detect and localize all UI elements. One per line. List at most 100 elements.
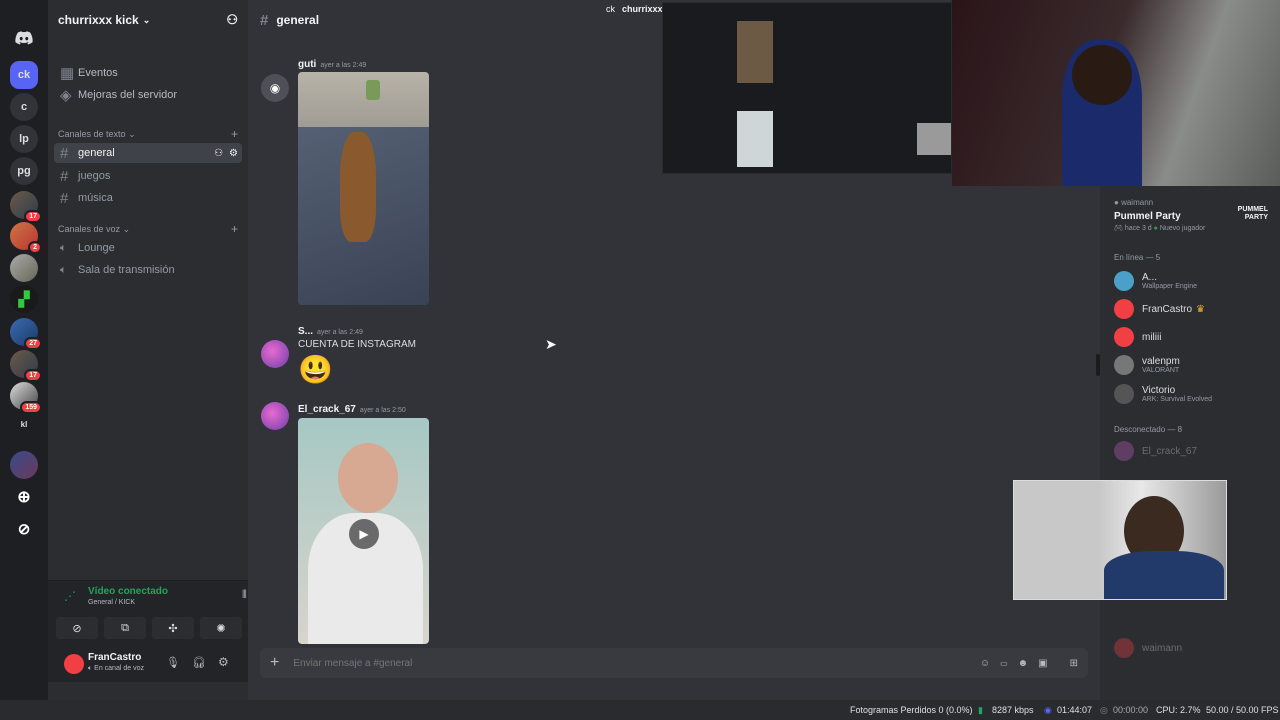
user-panel: FranCastro 🔈︎ En canal de voz 🎙︎ 🎧︎ ⚙ bbox=[48, 646, 248, 682]
dog-image-attachment[interactable] bbox=[298, 72, 429, 305]
hash-icon: # bbox=[60, 144, 69, 162]
play-icon[interactable]: ▶ bbox=[349, 519, 379, 549]
username: FranCastro bbox=[88, 652, 142, 663]
avatar bbox=[1114, 271, 1134, 291]
user-status: 🔈︎ En canal de voz bbox=[88, 665, 144, 672]
avatar[interactable]: ◉ bbox=[261, 74, 289, 102]
server-icon-6[interactable]: 2 bbox=[10, 222, 42, 254]
server-name: churrixxx kick bbox=[58, 13, 139, 27]
add-voice-channel-icon[interactable]: + bbox=[231, 222, 238, 236]
camera-button[interactable]: ⊘ bbox=[56, 617, 98, 639]
member-item[interactable]: FranCastro ♛ bbox=[1114, 298, 1274, 320]
emoji-icon[interactable]: ☻ bbox=[1018, 658, 1029, 669]
record-icon: ◎ bbox=[1100, 705, 1108, 715]
boost-icon: ◈ bbox=[60, 87, 72, 104]
gear-icon[interactable]: ⚙ bbox=[229, 148, 238, 159]
activity-game[interactable]: Pummel Party bbox=[1114, 211, 1181, 222]
avatar bbox=[1114, 355, 1134, 375]
message-time: ayer a las 2:49 bbox=[317, 329, 363, 336]
server-ck[interactable]: ck bbox=[10, 61, 38, 89]
message-author[interactable]: S... ayer a las 2:49 bbox=[298, 326, 363, 337]
mic-icon[interactable]: 🎙︎ bbox=[166, 656, 180, 669]
channel-juegos[interactable]: # juegos bbox=[54, 166, 242, 186]
chevron-down-icon: ⌄ bbox=[142, 14, 151, 25]
server-header[interactable]: churrixxx kick ⌄ ⚇ bbox=[48, 0, 248, 40]
member-item[interactable]: Victorio ARK: Survival Evolved bbox=[1114, 383, 1274, 405]
headset-icon[interactable]: 🎧︎ bbox=[192, 656, 206, 669]
speaker-icon: 🔈︎ bbox=[60, 263, 67, 276]
server-icon-8[interactable]: ▞ bbox=[10, 285, 38, 313]
channel-sala-transmision[interactable]: 🔈︎ Sala de transmisión bbox=[54, 260, 242, 280]
server-kl[interactable]: kl bbox=[10, 410, 38, 438]
live-icon: ◉ bbox=[1044, 705, 1052, 715]
avatar bbox=[1114, 384, 1134, 404]
avatar bbox=[1114, 327, 1134, 347]
discord-icon: ◉ bbox=[269, 81, 281, 95]
channel-musica[interactable]: # música bbox=[54, 188, 242, 208]
avatar[interactable] bbox=[64, 654, 84, 674]
add-attachment-icon[interactable]: + bbox=[270, 654, 279, 672]
member-item[interactable]: A... Wallpaper Engine bbox=[1114, 270, 1274, 292]
gif-icon[interactable]: ▭ bbox=[1000, 659, 1008, 668]
server-icon-10[interactable]: 17 bbox=[10, 350, 42, 382]
activities-icon: ✣ bbox=[168, 622, 178, 635]
member-item[interactable]: miliii bbox=[1114, 326, 1274, 348]
add-member-icon[interactable]: ⚇ bbox=[226, 12, 238, 28]
message-author[interactable]: guti ayer a las 2:49 bbox=[298, 59, 366, 70]
message-input[interactable] bbox=[293, 657, 972, 669]
member-item[interactable]: valenpm VALORANT bbox=[1114, 354, 1274, 376]
avatar[interactable] bbox=[261, 340, 289, 368]
server-icon-9[interactable]: 27 bbox=[10, 318, 42, 350]
server-icon-11[interactable]: 159 bbox=[10, 382, 42, 414]
soundboard-button[interactable]: ✺ bbox=[200, 617, 242, 639]
explore-icon[interactable]: ⊘ bbox=[10, 515, 38, 543]
activities-button[interactable]: ✣ bbox=[152, 617, 194, 639]
events-item[interactable]: ▦ Eventos bbox=[54, 63, 242, 83]
scrollbar[interactable] bbox=[1096, 354, 1100, 376]
channel-lounge[interactable]: 🔈︎ Lounge bbox=[54, 238, 242, 258]
boosts-item[interactable]: ◈ Mejoras del servidor bbox=[54, 85, 242, 105]
server-c[interactable]: c bbox=[10, 93, 38, 121]
server-rail: ck c lp pg 17 2 ▞ 27 17 159 kl ⊕ ⊘ bbox=[0, 0, 48, 700]
dropped-frames: Fotogramas Perdidos 0 (0.0%) bbox=[850, 705, 973, 715]
add-text-channel-icon[interactable]: + bbox=[231, 127, 238, 141]
voice-category[interactable]: Canales de voz ⌄ bbox=[58, 224, 130, 235]
person-shape bbox=[1104, 551, 1224, 599]
gamepad-icon: 🎮︎ bbox=[1114, 225, 1123, 232]
screen-capture-overlay bbox=[662, 2, 952, 174]
video-attachment[interactable]: ▶ bbox=[298, 418, 429, 644]
channel-sidebar: churrixxx kick ⌄ ⚇ ▦ Eventos ◈ Mejoras del… bbox=[48, 0, 282, 700]
chevron-down-icon: ⌄ bbox=[128, 129, 136, 139]
toy-shape bbox=[366, 80, 380, 100]
member-item[interactable]: waimann bbox=[1114, 637, 1274, 659]
avatar bbox=[1114, 441, 1134, 461]
server-lp[interactable]: lp bbox=[10, 125, 38, 153]
head-shape bbox=[1072, 45, 1132, 105]
image-icon[interactable]: ▣ bbox=[1038, 658, 1047, 669]
speaker-icon: 🔈︎ bbox=[88, 665, 93, 672]
avatar[interactable] bbox=[261, 402, 289, 430]
stream-time: 01:44:07 bbox=[1057, 705, 1093, 715]
gear-icon[interactable]: ⚙ bbox=[218, 655, 229, 669]
channel-general[interactable]: # general ⚇ ⚙ bbox=[54, 143, 242, 163]
screen-share-button[interactable]: ⧉ bbox=[104, 617, 146, 639]
invite-icon[interactable]: ⚇ bbox=[214, 148, 223, 159]
online-header: En línea — 5 bbox=[1114, 253, 1161, 262]
sticker-icon[interactable]: ☺ bbox=[980, 658, 990, 669]
text-category[interactable]: Canales de texto ⌄ bbox=[58, 129, 136, 140]
camera-off-icon: ⊘ bbox=[72, 622, 82, 635]
gift-icon[interactable]: ⊞ bbox=[1070, 658, 1078, 669]
webcam-feed-bottom bbox=[1013, 480, 1227, 600]
discord-home-icon[interactable] bbox=[10, 24, 38, 52]
server-icon-13[interactable] bbox=[10, 451, 38, 479]
server-pg[interactable]: pg bbox=[10, 157, 38, 185]
server-icon-7[interactable] bbox=[10, 254, 38, 282]
add-server-icon[interactable]: ⊕ bbox=[10, 483, 38, 511]
fps: 50.00 / 50.00 FPS bbox=[1206, 705, 1279, 715]
crown-icon: ♛ bbox=[1196, 303, 1205, 315]
member-item[interactable]: El_crack_67 bbox=[1114, 440, 1274, 462]
server-icon-5[interactable]: 17 bbox=[10, 191, 42, 223]
game-logo: PUMMEL PARTY bbox=[1237, 206, 1268, 221]
noise-suppression-icon[interactable]: ⦀ bbox=[242, 589, 247, 602]
message-author[interactable]: El_crack_67 ayer a las 2:50 bbox=[298, 404, 406, 415]
